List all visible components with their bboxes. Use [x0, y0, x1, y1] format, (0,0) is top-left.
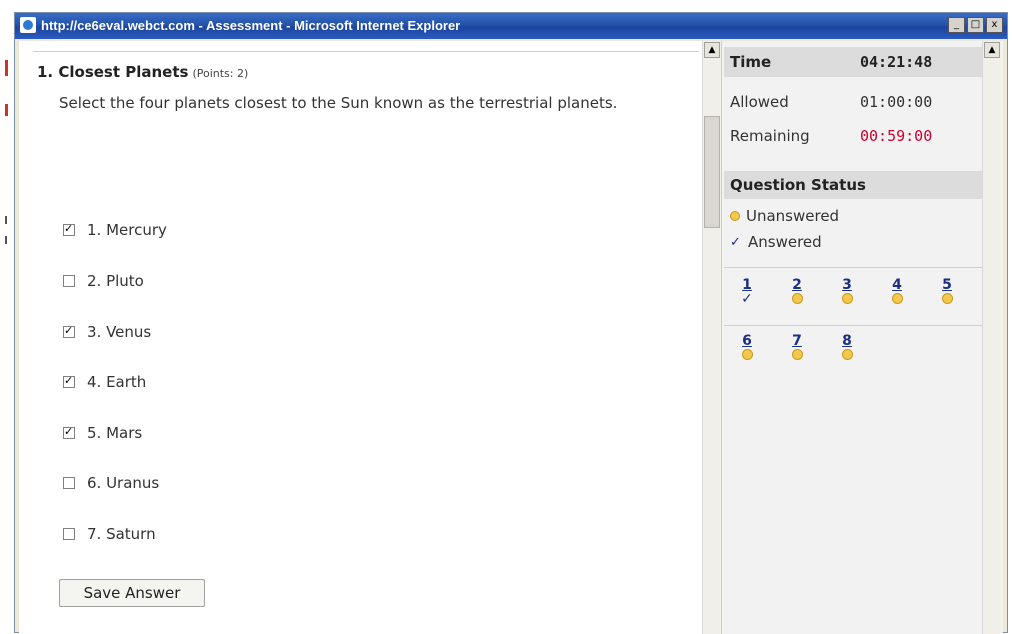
ie-icon: [20, 17, 36, 33]
window-title: http://ce6eval.webct.com - Assessment - …: [41, 18, 461, 33]
answer-choice[interactable]: 6. Uranus: [63, 474, 159, 492]
answered-check-icon: ✓: [741, 291, 753, 307]
answer-label: 4. Earth: [87, 373, 147, 391]
question-nav-item[interactable]: 4: [886, 277, 908, 304]
answer-checkbox[interactable]: [63, 275, 75, 287]
question-points: (Points: 2): [192, 67, 249, 80]
allowed-value: 01:00:00: [860, 93, 933, 111]
question-heading: 1. Closest Planets: [37, 63, 189, 81]
scroll-up-arrow-icon[interactable]: ▲: [984, 42, 1000, 58]
answer-checkbox[interactable]: [63, 425, 75, 439]
answer-checkbox[interactable]: [63, 477, 75, 489]
legend-unanswered-label: Unanswered: [746, 207, 840, 225]
question-nav-link[interactable]: 7: [786, 333, 808, 349]
title-bar[interactable]: http://ce6eval.webct.com - Assessment - …: [15, 13, 1007, 39]
window-controls: _ □ x: [948, 17, 1003, 33]
answer-checkbox[interactable]: [63, 222, 75, 236]
question-scrollbar[interactable]: ▲: [702, 41, 721, 634]
time-label: Time: [730, 53, 772, 71]
unanswered-circle-icon: [741, 349, 753, 360]
answer-label: 1. Mercury: [87, 221, 167, 239]
answer-choice[interactable]: 5. Mars: [63, 424, 142, 442]
divider: [724, 267, 982, 268]
question-nav-item[interactable]: 7: [786, 333, 808, 360]
close-button[interactable]: x: [986, 17, 1003, 33]
status-sidebar: Time 04:21:48 Allowed 01:00:00 Remaining…: [721, 41, 1003, 634]
answer-label: 7. Saturn: [87, 525, 156, 543]
answer-checkbox[interactable]: [63, 528, 75, 540]
sidebar-scrollbar[interactable]: ▲: [982, 41, 1001, 634]
page-content: 1. Closest Planets (Points: 2) Select the…: [19, 41, 1003, 634]
ie-window: http://ce6eval.webct.com - Assessment - …: [14, 12, 1008, 634]
maximize-button[interactable]: □: [967, 17, 984, 33]
question-nav-link[interactable]: 3: [836, 277, 858, 293]
save-answer-button[interactable]: Save Answer: [59, 579, 205, 607]
answer-checkbox[interactable]: [63, 324, 75, 338]
answer-choice[interactable]: 2. Pluto: [63, 272, 144, 290]
time-value: 04:21:48: [860, 53, 933, 71]
question-nav-link[interactable]: 8: [836, 333, 858, 349]
question-nav-link[interactable]: 4: [886, 277, 908, 293]
answer-choice[interactable]: 4. Earth: [63, 373, 146, 391]
unanswered-circle-icon: [791, 293, 803, 304]
remaining-value: 00:59:00: [860, 127, 933, 145]
allowed-label: Allowed: [730, 93, 789, 111]
remaining-label: Remaining: [730, 127, 810, 145]
legend-answered-label: Answered: [748, 233, 822, 251]
unanswered-circle-icon: [891, 293, 903, 304]
answer-label: 5. Mars: [87, 424, 143, 442]
scroll-thumb[interactable]: [704, 116, 720, 228]
question-nav-item[interactable]: 3: [836, 277, 858, 304]
question-text: Select the four planets closest to the S…: [59, 94, 618, 112]
question-nav-item[interactable]: 8: [836, 333, 858, 360]
unanswered-circle-icon: [791, 349, 803, 360]
question-nav-link[interactable]: 6: [736, 333, 758, 349]
question-nav-item[interactable]: 5: [936, 277, 958, 304]
answer-choice[interactable]: 3. Venus: [63, 323, 151, 341]
background-window-edge: [0, 0, 14, 633]
divider: [33, 51, 699, 52]
legend-unanswered: Unanswered: [730, 207, 839, 225]
answer-label: 2. Pluto: [87, 272, 144, 290]
question-status-header: Question Status: [724, 171, 982, 199]
answer-choice[interactable]: 7. Saturn: [63, 525, 156, 543]
unanswered-circle-icon: [941, 293, 953, 304]
time-header: Time 04:21:48: [724, 47, 982, 77]
checkmark-icon: ✓: [730, 234, 741, 250]
answer-label: 3. Venus: [87, 323, 152, 341]
question-nav-link[interactable]: 5: [936, 277, 958, 293]
question-status-title: Question Status: [730, 176, 866, 194]
question-title: 1. Closest Planets (Points: 2): [37, 63, 248, 81]
answer-checkbox[interactable]: [63, 374, 75, 388]
question-panel: 1. Closest Planets (Points: 2) Select the…: [19, 41, 701, 634]
question-nav-link[interactable]: 2: [786, 277, 808, 293]
question-nav-item[interactable]: 2: [786, 277, 808, 304]
question-nav-item[interactable]: 1 ✓: [736, 277, 758, 307]
answer-label: 6. Uranus: [87, 474, 160, 492]
scroll-up-arrow-icon[interactable]: ▲: [704, 42, 720, 58]
minimize-button[interactable]: _: [948, 17, 965, 33]
divider: [724, 325, 982, 326]
question-nav-item[interactable]: 6: [736, 333, 758, 360]
answer-choice[interactable]: 1. Mercury: [63, 221, 167, 239]
legend-answered: ✓ Answered: [730, 233, 822, 251]
unanswered-circle-icon: [730, 211, 740, 221]
unanswered-circle-icon: [841, 349, 853, 360]
unanswered-circle-icon: [841, 293, 853, 304]
